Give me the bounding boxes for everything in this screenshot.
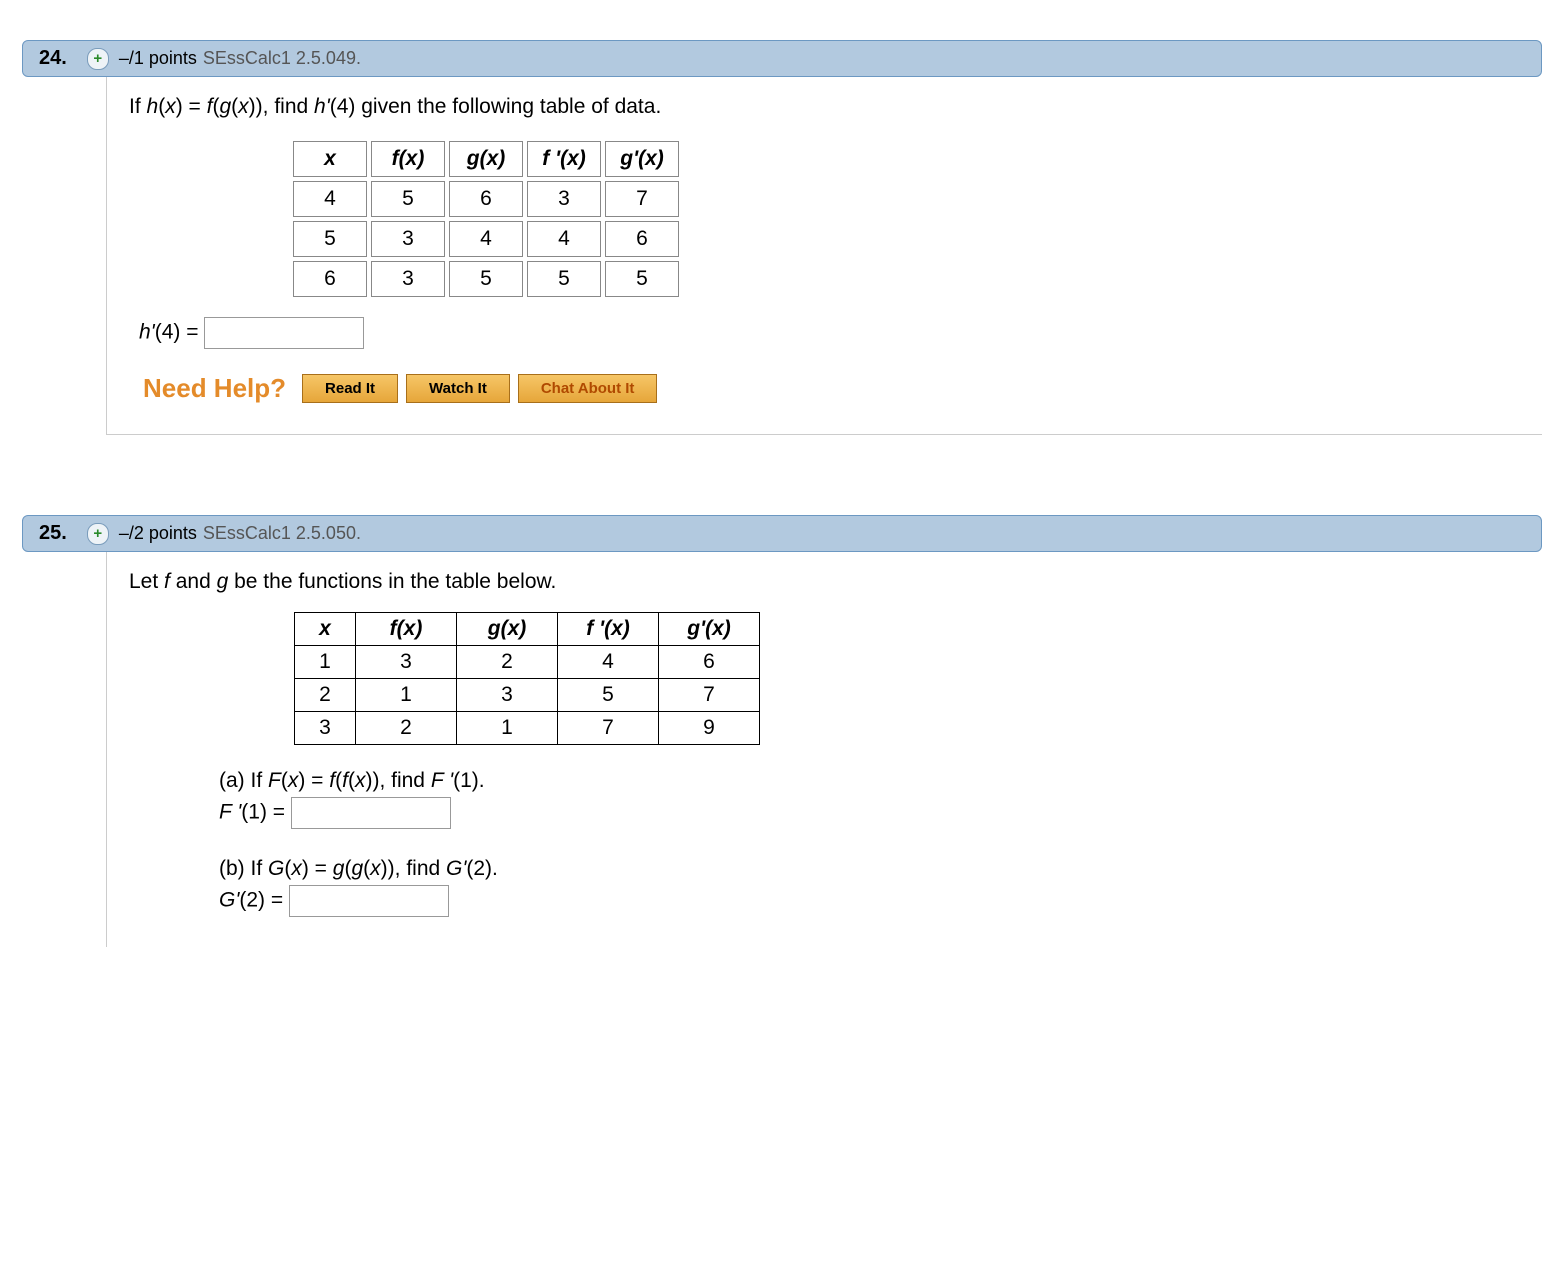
answer-input-h4[interactable] (204, 317, 364, 349)
col-fx: f(x) (371, 141, 445, 177)
col-gpx: g'(x) (659, 613, 760, 646)
col-gx: g(x) (457, 613, 558, 646)
question-ref: SEssCalc1 2.5.050. (203, 523, 361, 544)
col-gpx: g'(x) (605, 141, 679, 177)
table-header-row: x f(x) g(x) f '(x) g'(x) (295, 613, 760, 646)
answer-input-Fp1[interactable] (291, 797, 451, 829)
table-row: 6 3 5 5 5 (293, 261, 679, 297)
watch-it-button[interactable]: Watch It (406, 374, 510, 403)
col-gx: g(x) (449, 141, 523, 177)
data-table-q25: x f(x) g(x) f '(x) g'(x) 1 3 2 4 6 2 1 3… (294, 612, 760, 745)
col-x: x (295, 613, 356, 646)
table-row: 2 1 3 5 7 (295, 679, 760, 712)
expand-icon[interactable]: + (87, 523, 109, 545)
question-number: 24. (35, 47, 67, 70)
question-prompt: Let f and g be the functions in the tabl… (129, 570, 1522, 594)
question-25: 25. + –/2 points SEssCalc1 2.5.050. Let … (0, 515, 1542, 947)
question-body: If h(x) = f(g(x)), find h'(4) given the … (106, 77, 1542, 435)
table-header-row: x f(x) g(x) f '(x) g'(x) (293, 141, 679, 177)
part-b-prompt: (b) If G(x) = g(g(x)), find G'(2). (219, 857, 1522, 881)
question-body: Let f and g be the functions in the tabl… (106, 552, 1542, 947)
help-bar: Need Help? Read It Watch It Chat About I… (143, 373, 1522, 404)
answer-row-q24: h'(4) = (139, 317, 1522, 349)
answer-input-Gp2[interactable] (289, 885, 449, 917)
col-fx: f(x) (356, 613, 457, 646)
points-label: –/2 points (119, 523, 197, 544)
col-x: x (293, 141, 367, 177)
question-24: 24. + –/1 points SEssCalc1 2.5.049. If h… (0, 40, 1542, 435)
part-b-answer: G'(2) = (219, 885, 1522, 917)
table-row: 3 2 1 7 9 (295, 712, 760, 745)
chat-about-it-button[interactable]: Chat About It (518, 374, 658, 403)
points-label: –/1 points (119, 48, 197, 69)
question-number: 25. (35, 522, 67, 545)
question-ref: SEssCalc1 2.5.049. (203, 48, 361, 69)
table-row: 4 5 6 3 7 (293, 181, 679, 217)
part-a-prompt: (a) If F(x) = f(f(x)), find F '(1). (219, 769, 1522, 793)
expand-icon[interactable]: + (87, 48, 109, 70)
table-row: 1 3 2 4 6 (295, 646, 760, 679)
question-header: 25. + –/2 points SEssCalc1 2.5.050. (22, 515, 1542, 552)
data-table-q24: x f(x) g(x) f '(x) g'(x) 4 5 6 3 7 5 3 4… (289, 137, 683, 301)
col-fpx: f '(x) (527, 141, 601, 177)
need-help-label: Need Help? (143, 373, 286, 404)
question-prompt: If h(x) = f(g(x)), find h'(4) given the … (129, 95, 1522, 119)
question-header: 24. + –/1 points SEssCalc1 2.5.049. (22, 40, 1542, 77)
part-a-answer: F '(1) = (219, 797, 1522, 829)
read-it-button[interactable]: Read It (302, 374, 398, 403)
table-row: 5 3 4 4 6 (293, 221, 679, 257)
col-fpx: f '(x) (558, 613, 659, 646)
